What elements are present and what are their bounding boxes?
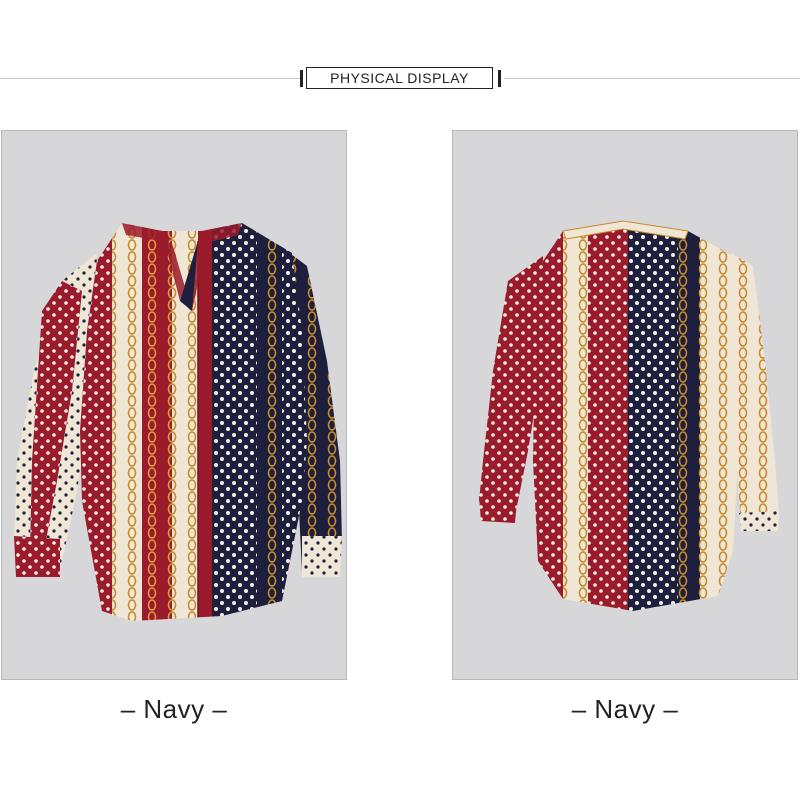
- front-view-image: [1, 130, 347, 680]
- header-divider-right: [504, 78, 800, 79]
- header-bracket-left: [300, 70, 303, 87]
- header-bracket-right: [498, 70, 501, 87]
- blouse-back-illustration: [479, 220, 779, 611]
- blouse-front-illustration: [14, 223, 342, 621]
- back-view-caption: – Navy –: [571, 694, 679, 724]
- front-view-caption: – Navy –: [120, 694, 228, 724]
- header-divider-left: [0, 78, 300, 79]
- section-title: PHYSICAL DISPLAY: [306, 67, 493, 89]
- back-view-image: [452, 130, 798, 680]
